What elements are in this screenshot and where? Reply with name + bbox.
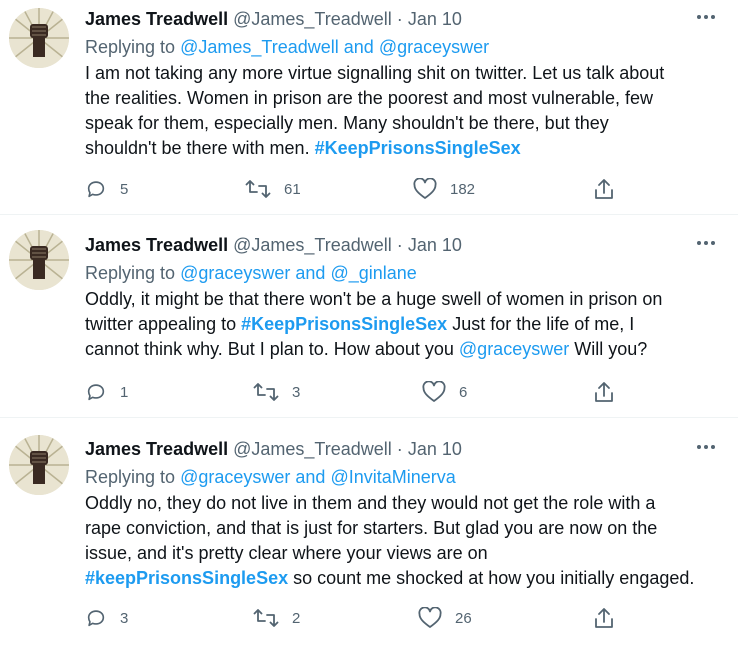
avatar[interactable] bbox=[9, 8, 69, 68]
tweet-text-line: speak for them, especially men. Many sho… bbox=[85, 113, 609, 133]
retweet-button[interactable]: 61 bbox=[245, 177, 301, 201]
tweet-text-line: I am not taking any more virtue signalli… bbox=[85, 63, 665, 83]
retweet-icon bbox=[253, 609, 279, 627]
tweet-text-line: shouldn't be there with men. bbox=[85, 138, 310, 158]
hashtag[interactable]: #keepPrisonsSingleSex bbox=[85, 568, 288, 588]
more-options-icon[interactable] bbox=[692, 6, 720, 28]
hashtag[interactable]: #KeepPrisonsSingleSex bbox=[241, 314, 447, 334]
tweet-text-line: the realities. Women in prison are the p… bbox=[85, 88, 653, 108]
reply-mention-2[interactable]: @graceyswer bbox=[379, 37, 489, 57]
heart-icon bbox=[413, 178, 437, 199]
reply-and[interactable]: and bbox=[344, 37, 374, 57]
share-button[interactable] bbox=[593, 380, 615, 404]
hashtag[interactable]: #KeepPrisonsSingleSex bbox=[315, 138, 521, 158]
tweet[interactable]: James Treadwell @James_Treadwell · Jan 1… bbox=[0, 215, 738, 417]
author-name[interactable]: James Treadwell bbox=[85, 9, 228, 29]
share-icon bbox=[595, 179, 613, 199]
tweet-text-line: issue, and it's pretty clear where your … bbox=[85, 543, 488, 563]
more-options-icon[interactable] bbox=[692, 436, 720, 458]
tweet-text: I am not taking any more virtue signalli… bbox=[85, 61, 720, 161]
like-button[interactable]: 182 bbox=[413, 177, 475, 201]
retweet-icon bbox=[253, 383, 279, 401]
replying-to-label: Replying to bbox=[85, 37, 176, 57]
reply-icon bbox=[87, 610, 105, 627]
replying-to: Replying to @James_Treadwell and @gracey… bbox=[85, 36, 720, 58]
author-name[interactable]: James Treadwell bbox=[85, 439, 228, 459]
tweet-text: Oddly no, they do not live in them and t… bbox=[85, 491, 720, 591]
like-count: 26 bbox=[455, 609, 472, 627]
replying-to-label: Replying to bbox=[85, 467, 176, 487]
like-count: 182 bbox=[450, 180, 476, 198]
tweet-text-segment: Will you? bbox=[574, 339, 648, 359]
retweet-button[interactable]: 2 bbox=[253, 606, 300, 630]
separator-dot: · bbox=[396, 235, 403, 255]
tweet-text-line: Oddly no, they do not live in them and t… bbox=[85, 493, 656, 513]
tweet-text-segment: so count me shocked at how you initially… bbox=[293, 568, 695, 588]
reply-mention-2[interactable]: @InvitaMinerva bbox=[330, 467, 455, 487]
share-button[interactable] bbox=[593, 177, 615, 201]
tweet-text-segment: cannot think why. But I plan to. How abo… bbox=[85, 339, 454, 359]
reply-button[interactable]: 1 bbox=[85, 380, 128, 404]
reply-count: 5 bbox=[120, 180, 129, 198]
reply-button[interactable]: 5 bbox=[85, 177, 128, 201]
like-button[interactable]: 26 bbox=[418, 606, 472, 630]
replying-to-label: Replying to bbox=[85, 263, 176, 283]
reply-icon bbox=[87, 181, 105, 198]
retweet-count: 2 bbox=[292, 609, 301, 627]
heart-icon bbox=[422, 381, 446, 402]
replying-to: Replying to @graceyswer and @_ginlane bbox=[85, 262, 720, 284]
share-icon bbox=[595, 608, 613, 628]
tweet-text: Oddly, it might be that there won't be a… bbox=[85, 287, 720, 362]
author-name[interactable]: James Treadwell bbox=[85, 235, 228, 255]
author-handle[interactable]: @James_Treadwell bbox=[233, 9, 392, 29]
avatar[interactable] bbox=[9, 435, 69, 495]
reply-count: 1 bbox=[120, 383, 129, 401]
avatar[interactable] bbox=[9, 230, 69, 290]
reply-mention-1[interactable]: @graceyswer bbox=[180, 263, 290, 283]
retweet-button[interactable]: 3 bbox=[253, 380, 300, 404]
reply-button[interactable]: 3 bbox=[85, 606, 128, 630]
more-options-icon[interactable] bbox=[692, 232, 720, 254]
tweet-text-segment: Just for the life of me, I bbox=[452, 314, 635, 334]
tweet-header: James Treadwell @James_Treadwell · Jan 1… bbox=[85, 234, 720, 256]
tweet-date[interactable]: Jan 10 bbox=[408, 9, 462, 29]
tweet-date[interactable]: Jan 10 bbox=[408, 235, 462, 255]
reply-mention-1[interactable]: @James_Treadwell bbox=[180, 37, 339, 57]
retweet-icon bbox=[245, 180, 271, 198]
author-handle[interactable]: @James_Treadwell bbox=[233, 439, 392, 459]
author-handle[interactable]: @James_Treadwell bbox=[233, 235, 392, 255]
tweet[interactable]: James Treadwell @James_Treadwell · Jan 1… bbox=[0, 0, 738, 214]
replying-to: Replying to @graceyswer and @InvitaMiner… bbox=[85, 466, 720, 488]
reply-icon bbox=[87, 384, 105, 401]
like-count: 6 bbox=[459, 383, 468, 401]
reply-mention-1[interactable]: @graceyswer bbox=[180, 467, 290, 487]
tweet-date[interactable]: Jan 10 bbox=[408, 439, 462, 459]
reply-count: 3 bbox=[120, 609, 129, 627]
like-button[interactable]: 6 bbox=[422, 380, 467, 404]
separator-dot: · bbox=[396, 439, 403, 459]
reply-and[interactable]: and bbox=[295, 263, 325, 283]
tweet[interactable]: James Treadwell @James_Treadwell · Jan 1… bbox=[0, 418, 738, 647]
tweet-header: James Treadwell @James_Treadwell · Jan 1… bbox=[85, 8, 720, 30]
tweet-text-line: Oddly, it might be that there won't be a… bbox=[85, 289, 663, 309]
retweet-count: 61 bbox=[284, 180, 301, 198]
reply-and[interactable]: and bbox=[295, 467, 325, 487]
reply-mention-2[interactable]: @_ginlane bbox=[330, 263, 416, 283]
tweet-text-segment: twitter appealing to bbox=[85, 314, 237, 334]
share-icon bbox=[595, 382, 613, 402]
tweet-text-line: rape conviction, and that is just for st… bbox=[85, 518, 658, 538]
share-button[interactable] bbox=[593, 606, 615, 630]
separator-dot: · bbox=[396, 9, 403, 29]
tweet-header: James Treadwell @James_Treadwell · Jan 1… bbox=[85, 438, 720, 460]
mention[interactable]: @graceyswer bbox=[459, 339, 569, 359]
heart-icon bbox=[418, 607, 442, 628]
retweet-count: 3 bbox=[292, 383, 301, 401]
